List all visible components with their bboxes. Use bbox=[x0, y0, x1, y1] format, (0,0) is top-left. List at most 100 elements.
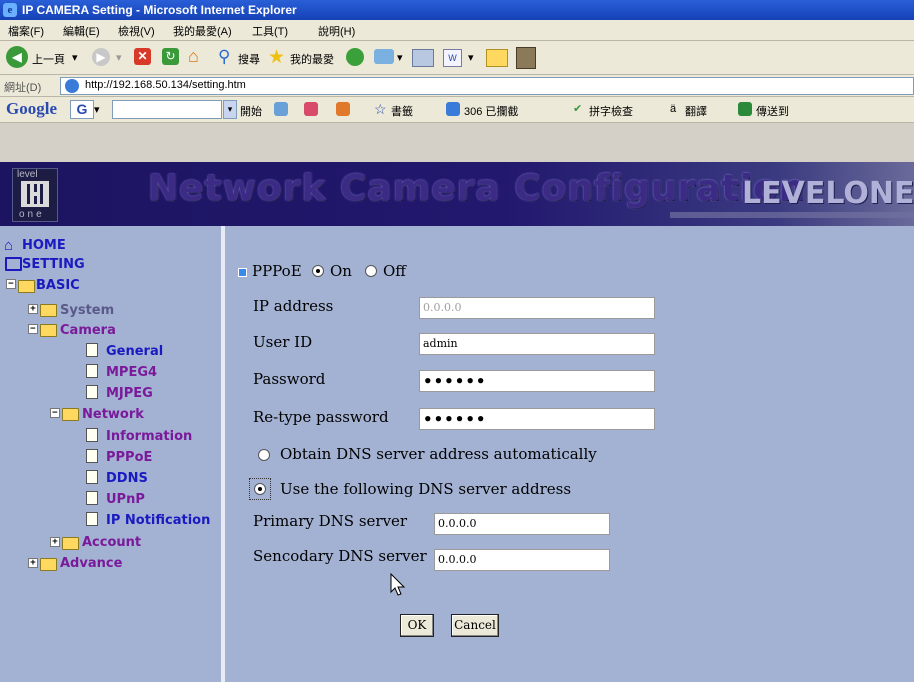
google-start-button[interactable]: 開始 bbox=[240, 103, 262, 119]
address-input[interactable]: http://192.168.50.134/setting.htm bbox=[60, 77, 914, 95]
nav-upnp[interactable]: UPnP bbox=[106, 492, 145, 508]
forward-arrow-icon[interactable]: ▶ bbox=[92, 48, 110, 66]
level-one-logo: level one bbox=[12, 168, 58, 222]
home-icon[interactable]: ⌂ bbox=[188, 47, 207, 66]
edit-dropdown-icon[interactable]: ▾ bbox=[468, 51, 474, 64]
search-button[interactable]: 搜尋 bbox=[238, 51, 260, 67]
password-label: Password bbox=[253, 370, 326, 388]
ip-address-field[interactable]: 0.0.0.0 bbox=[419, 297, 655, 319]
back-button[interactable]: 上一頁 bbox=[32, 51, 65, 67]
user-id-label: User ID bbox=[253, 333, 313, 351]
address-label: 網址(D) bbox=[4, 82, 42, 94]
collapse-icon[interactable]: − bbox=[28, 324, 38, 334]
favorites-star-icon[interactable]: ★ bbox=[268, 46, 285, 69]
nav-mjpeg[interactable]: MJPEG bbox=[106, 386, 153, 402]
google-send-button[interactable]: 傳送到 bbox=[756, 103, 789, 119]
nav-account[interactable]: Account bbox=[82, 535, 141, 551]
refresh-icon[interactable]: ↻ bbox=[162, 48, 179, 65]
word-icon[interactable]: W bbox=[443, 49, 462, 67]
expand-icon[interactable]: + bbox=[28, 304, 38, 314]
research-icon[interactable] bbox=[516, 47, 536, 69]
pppoe-off-radio[interactable] bbox=[365, 265, 377, 277]
primary-dns-field[interactable]: 0.0.0.0 bbox=[434, 513, 610, 535]
search-icon[interactable]: ⚲ bbox=[218, 47, 230, 67]
google-bookmarks-button[interactable]: 書籤 bbox=[391, 103, 413, 119]
logo-mark-icon bbox=[21, 181, 49, 207]
google-search-input[interactable] bbox=[112, 100, 222, 119]
mail-dropdown-icon[interactable]: ▾ bbox=[397, 51, 403, 64]
nav-system[interactable]: System bbox=[60, 303, 114, 319]
back-arrow-icon[interactable]: ◀ bbox=[6, 46, 28, 68]
menu-edit[interactable]: 編輯(E) bbox=[63, 23, 100, 39]
google-search-dropdown-icon[interactable]: ▾ bbox=[223, 100, 237, 119]
address-url: http://192.168.50.134/setting.htm bbox=[85, 79, 246, 91]
google-translate-button[interactable]: 翻譯 bbox=[685, 103, 707, 119]
send-to-icon[interactable] bbox=[738, 102, 752, 116]
nav-setting[interactable]: SETTING bbox=[22, 257, 85, 273]
nav-ddns[interactable]: DDNS bbox=[106, 471, 148, 487]
pppoe-label: PPPoE bbox=[252, 262, 302, 280]
browser-toolbar: ◀ 上一頁 ▾ ▶ ▾ ✕ ↻ ⌂ ⚲ 搜尋 ★ 我的最愛 ▾ W ▾ bbox=[0, 41, 914, 75]
password-field[interactable]: •••••• bbox=[419, 370, 655, 392]
popups-blocked-count[interactable]: 306 已攔截 bbox=[464, 103, 518, 119]
nav-ip-notification[interactable]: IP Notification bbox=[106, 513, 210, 529]
page-icon bbox=[86, 364, 98, 378]
menu-bar: 檔案(F) 編輯(E) 檢視(V) 我的最愛(A) 工具(T) 說明(H) bbox=[0, 20, 914, 41]
primary-dns-label: Primary DNS server bbox=[253, 512, 408, 530]
bookmark-star-icon[interactable]: ☆ bbox=[374, 101, 387, 118]
menu-tools[interactable]: 工具(T) bbox=[252, 23, 288, 39]
nav-pppoe[interactable]: PPPoE bbox=[106, 450, 152, 466]
nav-home[interactable]: HOME bbox=[22, 238, 66, 254]
user-id-field[interactable]: admin bbox=[419, 333, 655, 355]
favorites-button[interactable]: 我的最愛 bbox=[290, 51, 334, 67]
dns-auto-radio[interactable] bbox=[258, 449, 270, 461]
spellcheck-icon[interactable]: ✔ bbox=[573, 102, 582, 115]
folder-open-icon bbox=[40, 324, 57, 337]
menu-favorites[interactable]: 我的最愛(A) bbox=[173, 23, 232, 39]
translate-icon[interactable]: ä bbox=[670, 103, 676, 115]
back-dropdown-icon[interactable]: ▾ bbox=[72, 51, 78, 64]
google-tools-icon[interactable] bbox=[336, 102, 350, 116]
nav-basic[interactable]: BASIC bbox=[36, 278, 80, 294]
mouse-cursor-icon bbox=[390, 573, 406, 596]
ok-button[interactable]: OK bbox=[400, 614, 434, 637]
mail-icon[interactable] bbox=[374, 49, 394, 64]
google-g-dropdown-icon[interactable]: ▾ bbox=[94, 103, 100, 116]
folder-icon[interactable] bbox=[486, 49, 508, 67]
nav-general[interactable]: General bbox=[106, 344, 163, 360]
collapse-icon[interactable]: − bbox=[50, 408, 60, 418]
secondary-dns-label: Sencodary DNS server bbox=[253, 547, 427, 565]
ip-address-label: IP address bbox=[253, 297, 334, 315]
expand-icon[interactable]: + bbox=[50, 537, 60, 547]
google-spellcheck-button[interactable]: 拼字檢查 bbox=[589, 103, 633, 119]
forward-dropdown-icon[interactable]: ▾ bbox=[116, 51, 122, 64]
logo-top-text: level bbox=[17, 169, 38, 180]
history-icon[interactable] bbox=[346, 48, 364, 66]
pppoe-on-radio[interactable] bbox=[312, 265, 324, 277]
print-icon[interactable] bbox=[412, 49, 434, 67]
home-icon: ⌂ bbox=[4, 237, 14, 254]
secondary-dns-field[interactable]: 0.0.0.0 bbox=[434, 549, 610, 571]
nav-advance[interactable]: Advance bbox=[60, 556, 122, 572]
dns-manual-radio[interactable] bbox=[254, 483, 266, 495]
google-news-icon[interactable] bbox=[274, 102, 288, 116]
folder-open-icon bbox=[18, 280, 35, 293]
google-g-button[interactable]: G bbox=[70, 100, 94, 119]
bullet-icon bbox=[238, 268, 247, 277]
logo-bottom-text: one bbox=[19, 209, 45, 220]
menu-view[interactable]: 檢視(V) bbox=[118, 23, 155, 39]
expand-icon[interactable]: + bbox=[28, 558, 38, 568]
page-globe-icon bbox=[65, 79, 79, 93]
nav-network[interactable]: Network bbox=[82, 407, 144, 423]
collapse-icon[interactable]: − bbox=[6, 279, 16, 289]
nav-camera[interactable]: Camera bbox=[60, 323, 116, 339]
menu-help[interactable]: 說明(H) bbox=[318, 23, 355, 39]
cancel-button[interactable]: Cancel bbox=[451, 614, 499, 637]
stop-icon[interactable]: ✕ bbox=[134, 48, 151, 65]
nav-information[interactable]: Information bbox=[106, 429, 192, 445]
nav-mpeg4[interactable]: MPEG4 bbox=[106, 365, 157, 381]
menu-file[interactable]: 檔案(F) bbox=[8, 23, 44, 39]
brand-logo: LEVELONE bbox=[742, 176, 914, 211]
google-page-icon[interactable] bbox=[304, 102, 318, 116]
retype-password-field[interactable]: •••••• bbox=[419, 408, 655, 430]
